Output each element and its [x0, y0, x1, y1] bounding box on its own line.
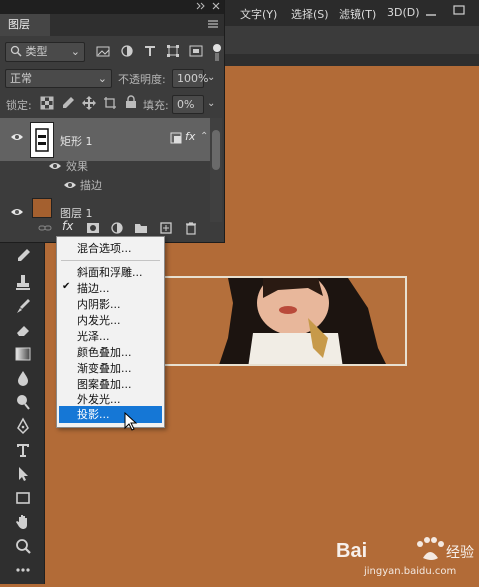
stroke-effect-eye-icon[interactable] — [63, 179, 77, 193]
layers-panel: 图层 类型 ⌄ 正常 ⌄ 不透明度: 100% ⌄ 锁定: 填充: 0% ⌄ 矩… — [0, 0, 225, 243]
options-bar — [224, 26, 479, 55]
dodge-tool-icon[interactable] — [12, 392, 34, 412]
pen-tool-icon[interactable] — [12, 416, 34, 436]
blur-tool-icon[interactable] — [12, 368, 34, 388]
baidu-watermark: Bai 经验 jingyan.baidu.com — [328, 528, 478, 584]
fill-chevron-icon[interactable]: ⌄ — [207, 98, 215, 109]
watermark-brand-cn: 经验 — [446, 545, 474, 561]
layer-filter-dropdown[interactable]: 类型 ⌄ — [5, 42, 85, 62]
tab-layers[interactable]: 图层 — [0, 14, 50, 36]
layers-scroll-thumb[interactable] — [212, 130, 220, 170]
layer-name-rectangle[interactable]: 矩形 1 — [60, 133, 93, 149]
photo-image — [158, 278, 405, 364]
stroke-effect-label[interactable]: 描边 — [80, 177, 102, 193]
blend-mode-value: 正常 — [10, 72, 32, 85]
layer-thumbnail-rectangle — [30, 122, 54, 158]
lock-transparent-icon[interactable] — [40, 96, 54, 113]
link-layers-icon[interactable] — [38, 221, 52, 238]
filter-pixel-icon[interactable] — [96, 44, 110, 63]
menu-item-inner-glow[interactable]: 内发光... — [77, 313, 157, 329]
menu-item-bevel-emboss[interactable]: 斜面和浮雕... — [77, 265, 157, 281]
panel-titlebar — [0, 0, 224, 14]
layer-thumbnail-layer1 — [32, 198, 52, 218]
menu-item-blending-options[interactable]: 混合选项... — [77, 241, 157, 257]
chevron-down-icon: ⌄ — [70, 45, 80, 58]
smart-object-badge-icon — [170, 132, 182, 147]
menu-separator — [61, 260, 160, 261]
delete-layer-icon[interactable] — [184, 221, 198, 238]
menu-item-satin[interactable]: 光泽... — [77, 329, 157, 345]
layer-photo[interactable] — [156, 276, 407, 366]
filter-adjustment-icon[interactable] — [120, 44, 134, 63]
close-icon[interactable] — [211, 0, 221, 15]
visibility-eye-icon[interactable] — [10, 131, 24, 145]
gradient-tool-icon[interactable] — [12, 344, 34, 364]
lock-position-icon[interactable] — [82, 96, 96, 113]
menu-item-drop-shadow[interactable]: 投影... — [77, 407, 157, 423]
filter-toggle-icon[interactable] — [211, 43, 223, 66]
menu-item-stroke[interactable]: 描边... — [77, 281, 157, 297]
history-brush-icon[interactable] — [12, 296, 34, 316]
zoom-tool-icon[interactable] — [12, 536, 34, 556]
collapse-icon[interactable] — [196, 0, 206, 15]
opacity-chevron-icon[interactable]: ⌄ — [207, 72, 215, 83]
opacity-label: 不透明度: — [118, 73, 166, 86]
menu-type[interactable]: 文字(Y) — [240, 6, 277, 22]
stamp-tool-icon[interactable] — [12, 272, 34, 292]
brush-tool-icon[interactable] — [12, 246, 34, 266]
lock-all-icon[interactable] — [124, 95, 138, 112]
effects-label: 效果 — [66, 160, 88, 173]
filter-smart-object-icon[interactable] — [189, 44, 203, 63]
mouse-cursor-icon — [124, 411, 138, 435]
fx-badge-icon[interactable]: fx — [185, 130, 195, 143]
layers-footer: fx — [0, 218, 210, 238]
fx-context-menu: 混合选项... 斜面和浮雕... ✔ 描边... 内阴影... 内发光... 光… — [56, 236, 165, 428]
panel-menu-icon[interactable] — [207, 17, 219, 34]
check-icon: ✔ — [62, 281, 71, 292]
hand-tool-icon[interactable] — [12, 512, 34, 532]
menu-select[interactable]: 选择(S) — [291, 6, 329, 22]
menu-item-gradient-overlay[interactable]: 渐变叠加... — [77, 361, 157, 377]
more-tools-icon[interactable] — [12, 560, 34, 580]
fill-input[interactable]: 0% — [172, 95, 204, 114]
menu-item-pattern-overlay[interactable]: 图案叠加... — [77, 377, 157, 393]
maximize-icon[interactable] — [452, 4, 470, 16]
minimize-icon[interactable] — [424, 6, 442, 18]
blend-mode-dropdown[interactable]: 正常 ⌄ — [5, 69, 112, 88]
watermark-brand: Bai — [336, 540, 368, 562]
filter-type-icon[interactable] — [143, 44, 157, 63]
chevron-down-icon: ⌄ — [97, 72, 107, 85]
menu-item-inner-shadow[interactable]: 内阴影... — [77, 297, 157, 313]
rectangle-tool-icon[interactable] — [12, 488, 34, 508]
fill-label: 填充: — [143, 99, 169, 112]
filter-shape-icon[interactable] — [166, 44, 180, 63]
lock-pixels-icon[interactable] — [61, 96, 75, 113]
document-tab-strip — [224, 54, 479, 66]
lock-artboard-icon[interactable] — [103, 96, 117, 113]
eraser-tool-icon[interactable] — [12, 320, 34, 340]
collapse-effects-icon[interactable]: ⌃ — [200, 131, 208, 142]
path-select-tool-icon[interactable] — [12, 464, 34, 484]
type-tool-icon[interactable] — [12, 440, 34, 460]
menu-item-color-overlay[interactable]: 颜色叠加... — [77, 345, 157, 361]
search-icon — [10, 45, 26, 58]
watermark-url: jingyan.baidu.com — [364, 566, 457, 577]
opacity-input[interactable]: 100% — [172, 69, 208, 88]
fx-menu-icon[interactable]: fx — [62, 219, 73, 233]
menu-3d[interactable]: 3D(D) — [387, 6, 420, 19]
menu-filter[interactable]: 滤镜(T) — [339, 6, 376, 22]
lock-label: 锁定: — [6, 99, 32, 112]
effects-eye-icon[interactable] — [48, 160, 62, 174]
layer-filter-value: 类型 — [25, 45, 48, 58]
